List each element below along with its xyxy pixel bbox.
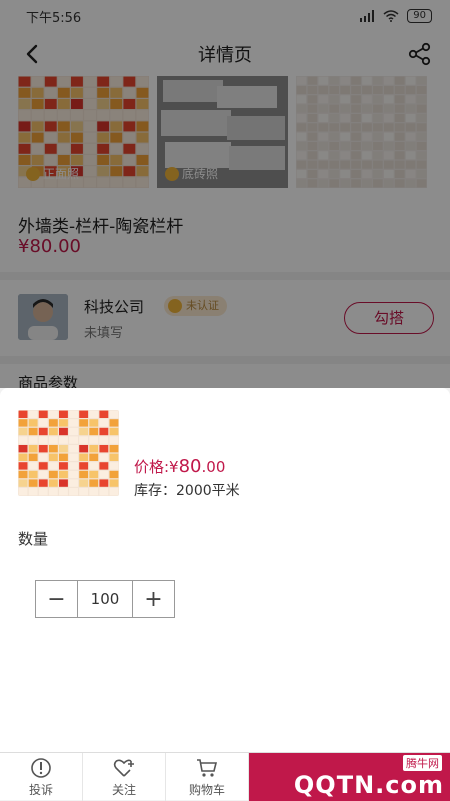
increment-button[interactable]: +: [133, 581, 174, 617]
quantity-input[interactable]: 100: [77, 581, 133, 617]
sheet-stock: 库存：2000平米: [134, 483, 240, 499]
sheet-product-image: [18, 410, 119, 496]
sheet-price: 价格:¥80.00: [134, 456, 226, 477]
tab-complaint[interactable]: 投诉: [0, 753, 83, 801]
quantity-label: 数量: [18, 530, 49, 548]
watermark-area: 腾牛网 QQTN.com: [249, 753, 450, 801]
quantity-stepper: − 100 +: [35, 580, 175, 618]
bottom-tabbar: 投诉 关注 购物车 腾牛网 QQTN.com: [0, 752, 450, 801]
modal-overlay[interactable]: [0, 0, 450, 388]
watermark-text: QQTN.com: [293, 771, 444, 799]
decrement-button[interactable]: −: [36, 581, 77, 617]
watermark-tag: 腾牛网: [403, 755, 442, 771]
tab-cart[interactable]: 购物车: [166, 753, 249, 801]
purchase-sheet: 价格:¥80.00 库存：2000平米 数量 − 100 +: [0, 388, 450, 752]
warning-circle-icon: [31, 757, 51, 778]
heart-plus-icon: [113, 759, 134, 777]
tab-follow[interactable]: 关注: [83, 753, 166, 801]
cart-icon: [197, 758, 218, 777]
